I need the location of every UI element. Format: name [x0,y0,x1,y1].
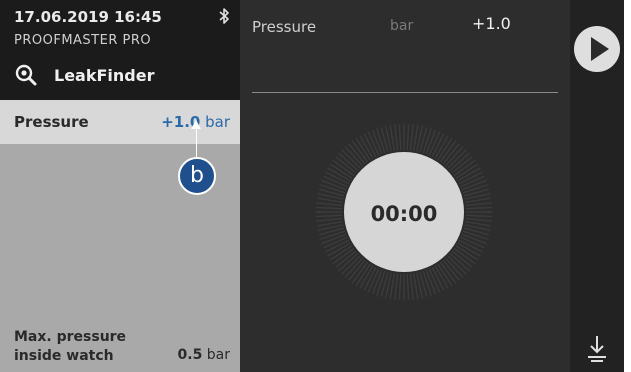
main-pressure-value: +1.0 [472,14,511,33]
leak-search-icon [15,64,37,86]
max-pressure-value: 0.5 bar [177,347,230,363]
max-pressure-label: Max. pressure inside watch [14,329,127,364]
timer-display: 00:00 [370,202,438,226]
divider [252,92,558,93]
pressure-label: Pressure [14,113,89,131]
mode-label: LeakFinder [54,65,155,85]
device-name: PROOFMASTER PRO [14,33,152,48]
device-screen: 17.06.2019 16:45 PROOFMASTER PRO LeakFin… [0,0,624,372]
play-icon[interactable] [572,24,622,74]
status-header: 17.06.2019 16:45 PROOFMASTER PRO LeakFin… [0,0,240,100]
main-pressure-unit: bar [390,18,414,34]
download-icon[interactable] [585,334,609,364]
bluetooth-icon [219,8,229,24]
main-pressure-label: Pressure [252,18,317,36]
pressure-setting-row[interactable]: Pressure +1.0 bar [0,100,240,144]
mode-selector[interactable]: LeakFinder [14,60,154,90]
datetime-label: 17.06.2019 16:45 [14,8,162,26]
callout-badge: b [178,157,216,195]
